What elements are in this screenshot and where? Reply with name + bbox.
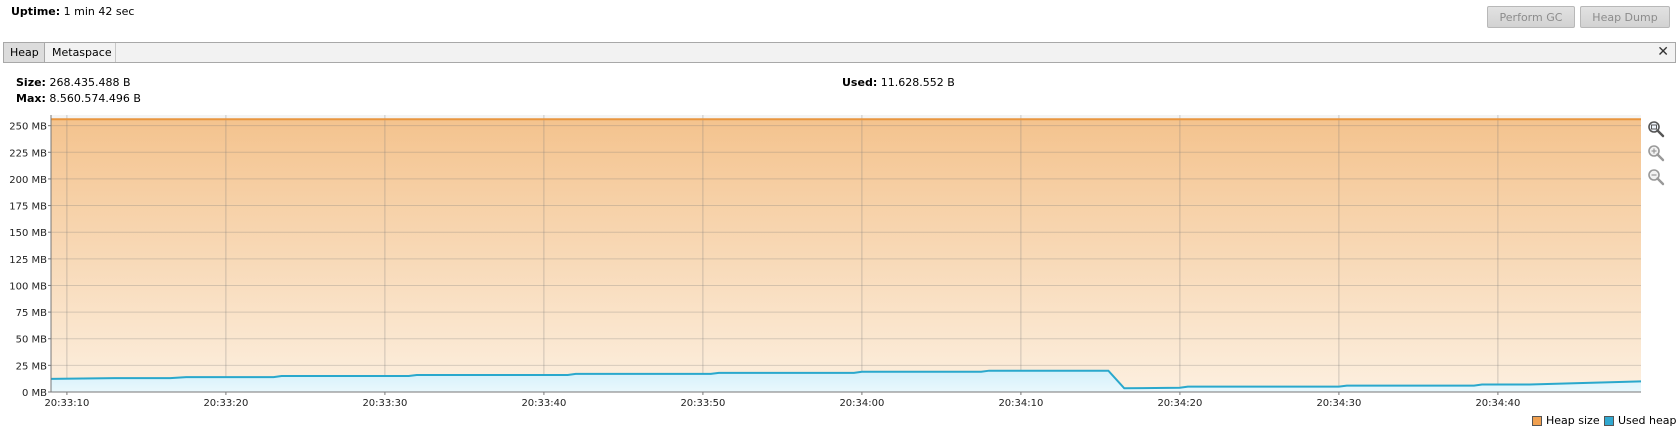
memory-monitor-panel: Uptime: 1 min 42 sec Perform GC Heap Dum… xyxy=(0,0,1680,436)
uptime-label: Uptime: xyxy=(11,5,61,18)
y-tick-label: 200 MB xyxy=(9,175,47,186)
close-icon[interactable]: ✕ xyxy=(1657,44,1669,60)
heap-chart: 0 MB 25 MB 50 MB 75 MB 100 MB 125 MB 150 MB 175… xyxy=(0,110,1680,436)
y-tick-label: 250 MB xyxy=(9,122,47,133)
x-tick-label: 20:34:20 xyxy=(1157,398,1202,409)
heap-chart-svg: 0 MB 25 MB 50 MB 75 MB 100 MB 125 MB 150 MB 175… xyxy=(9,115,1642,409)
legend-heap-size-label: Heap size xyxy=(1546,414,1600,427)
heap-size-area xyxy=(51,119,1641,392)
max-label: Max: xyxy=(16,92,46,105)
legend-used-heap-label: Used heap xyxy=(1618,414,1677,427)
y-tick-label: 225 MB xyxy=(9,148,47,159)
x-tick-label: 20:34:00 xyxy=(839,398,884,409)
used-stat: Used: 11.628.552 B xyxy=(842,76,955,89)
max-stat: Max: 8.560.574.496 B xyxy=(16,92,141,105)
size-label: Size: xyxy=(16,76,46,89)
used-label: Used: xyxy=(842,76,878,89)
y-tick-label: 100 MB xyxy=(9,281,47,292)
y-tick-label: 50 MB xyxy=(16,335,48,346)
y-tick-label: 150 MB xyxy=(9,228,47,239)
perform-gc-button[interactable]: Perform GC xyxy=(1487,6,1575,28)
heap-size-swatch xyxy=(1532,415,1542,426)
y-tick-label: 25 MB xyxy=(16,361,48,372)
x-tick-label: 20:34:10 xyxy=(998,398,1043,409)
x-tick-label: 20:33:40 xyxy=(521,398,566,409)
zoom-toolbar xyxy=(1647,120,1669,192)
x-tick-label: 20:34:40 xyxy=(1475,398,1520,409)
x-tick-label: 20:33:30 xyxy=(362,398,407,409)
x-tick-label: 20:33:50 xyxy=(680,398,725,409)
y-tick-label: 0 MB xyxy=(22,388,47,399)
zoom-in-icon[interactable] xyxy=(1647,144,1665,162)
max-value: 8.560.574.496 B xyxy=(49,92,141,105)
zoom-out-icon[interactable] xyxy=(1647,168,1665,186)
used-value: 11.628.552 B xyxy=(880,76,955,89)
y-tick-label: 75 MB xyxy=(16,308,48,319)
x-tick-label: 20:34:30 xyxy=(1316,398,1361,409)
uptime-readout: Uptime: 1 min 42 sec xyxy=(11,5,134,18)
tab-bar: Heap Metaspace ✕ xyxy=(3,42,1676,63)
size-stat: Size: 268.435.488 B xyxy=(16,76,131,89)
heap-dump-button[interactable]: Heap Dump xyxy=(1580,6,1670,28)
tab-heap[interactable]: Heap xyxy=(4,43,45,62)
y-tick-label: 125 MB xyxy=(9,255,47,266)
zoom-fit-icon[interactable] xyxy=(1647,120,1665,138)
x-tick-label: 20:33:10 xyxy=(44,398,89,409)
tab-metaspace[interactable]: Metaspace xyxy=(46,43,116,62)
uptime-value: 1 min 42 sec xyxy=(63,5,135,18)
size-value: 268.435.488 B xyxy=(49,76,131,89)
used-heap-swatch xyxy=(1604,415,1614,426)
x-tick-label: 20:33:20 xyxy=(203,398,248,409)
legend-heap-size: Heap size xyxy=(1532,414,1600,427)
y-tick-label: 175 MB xyxy=(9,202,47,213)
legend-used-heap: Used heap xyxy=(1604,414,1677,427)
